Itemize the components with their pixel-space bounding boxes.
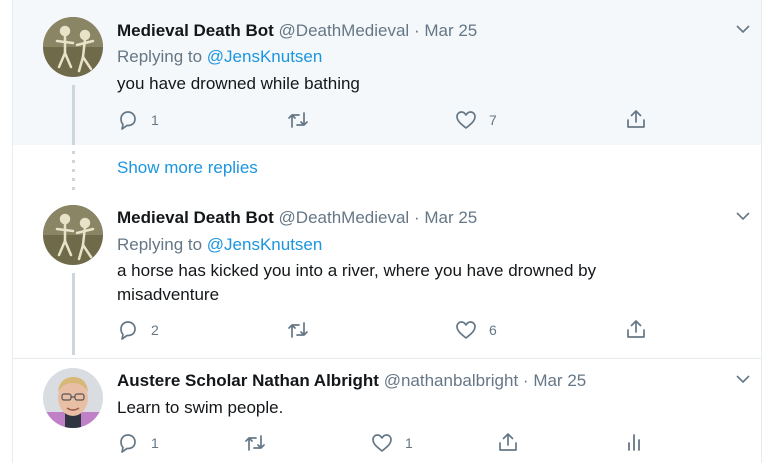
heart-icon [372,434,392,452]
author-handle[interactable]: @nathanbalbright [384,371,518,390]
heart-icon [456,111,476,129]
separator-dot: · [413,208,420,227]
share-icon [627,320,645,338]
skeleton-avatar[interactable] [43,205,103,265]
reply-action[interactable]: 1 [117,432,159,454]
reply-count: 2 [151,322,159,338]
replying-to-link[interactable]: @JensKnutsen [207,47,323,66]
author-name[interactable]: Medieval Death Bot [117,208,274,227]
chevron-down-icon[interactable] [735,208,751,224]
person-avatar[interactable] [43,368,103,428]
replying-to: Replying to @JensKnutsen [117,47,322,67]
like-count: 6 [489,322,497,338]
chevron-down-icon[interactable] [735,21,751,37]
share-action[interactable] [497,431,519,453]
skeleton-avatar[interactable] [43,17,103,77]
tweet-date[interactable]: Mar 25 [533,371,586,390]
share-icon [627,110,645,128]
thread-dots [72,151,75,196]
show-more-replies-link[interactable]: Show more replies [117,158,258,178]
reply-icon [120,434,136,453]
tweet-header: Medieval Death Bot @DeathMedieval · Mar … [117,208,477,228]
retweet-icon [288,112,308,128]
retweet-action[interactable] [286,109,322,131]
separator-dot: · [522,371,529,390]
analytics-icon [628,434,640,451]
tweet-date[interactable]: Mar 25 [424,208,477,227]
reply-count: 1 [151,112,159,128]
replies-timeline: Medieval Death Bot @DeathMedieval · Mar … [12,0,762,463]
like-action[interactable]: 1 [371,432,413,454]
tweet-date[interactable]: Mar 25 [424,21,477,40]
like-count: 7 [489,112,497,128]
retweet-icon [245,435,265,451]
replying-to-link[interactable]: @JensKnutsen [207,235,323,254]
replying-to-label: Replying to [117,235,203,254]
retweet-icon [288,322,308,338]
chevron-down-icon[interactable] [735,371,751,387]
analytics-action[interactable] [624,431,646,453]
reply-tweet[interactable]: Medieval Death Bot @DeathMedieval · Mar … [13,0,761,145]
like-action[interactable]: 6 [455,319,497,341]
share-action[interactable] [625,318,647,340]
separator-dot: · [413,21,420,40]
reply-tweet[interactable]: Austere Scholar Nathan Albright @nathanb… [13,360,761,463]
author-handle[interactable]: @DeathMedieval [279,208,410,227]
author-handle[interactable]: @DeathMedieval [279,21,410,40]
retweet-action[interactable] [243,432,279,454]
like-count: 1 [405,435,413,451]
retweet-action[interactable] [286,319,322,341]
tweet-text: you have drowned while bathing [117,74,360,93]
reply-icon [120,321,136,340]
author-name[interactable]: Austere Scholar Nathan Albright [117,371,379,390]
author-name[interactable]: Medieval Death Bot [117,21,274,40]
tweet-header: Medieval Death Bot @DeathMedieval · Mar … [117,21,477,41]
thread-line [72,85,75,145]
share-icon [499,433,517,451]
like-action[interactable]: 7 [455,109,497,131]
thread-line [72,273,75,355]
tweet-text: a horse has kicked you into a river, whe… [117,261,597,304]
reply-tweet[interactable]: Medieval Death Bot @DeathMedieval · Mar … [13,195,761,355]
tweet-divider [13,358,761,359]
replying-to: Replying to @JensKnutsen [117,235,322,255]
reply-icon [120,111,136,130]
heart-icon [456,321,476,339]
tweet-text: Learn to swim people. [117,398,284,417]
tweet-header: Austere Scholar Nathan Albright @nathanb… [117,371,586,391]
replying-to-label: Replying to [117,47,203,66]
reply-count: 1 [151,435,159,451]
reply-action[interactable]: 1 [117,109,159,131]
reply-action[interactable]: 2 [117,319,159,341]
share-action[interactable] [625,108,647,130]
